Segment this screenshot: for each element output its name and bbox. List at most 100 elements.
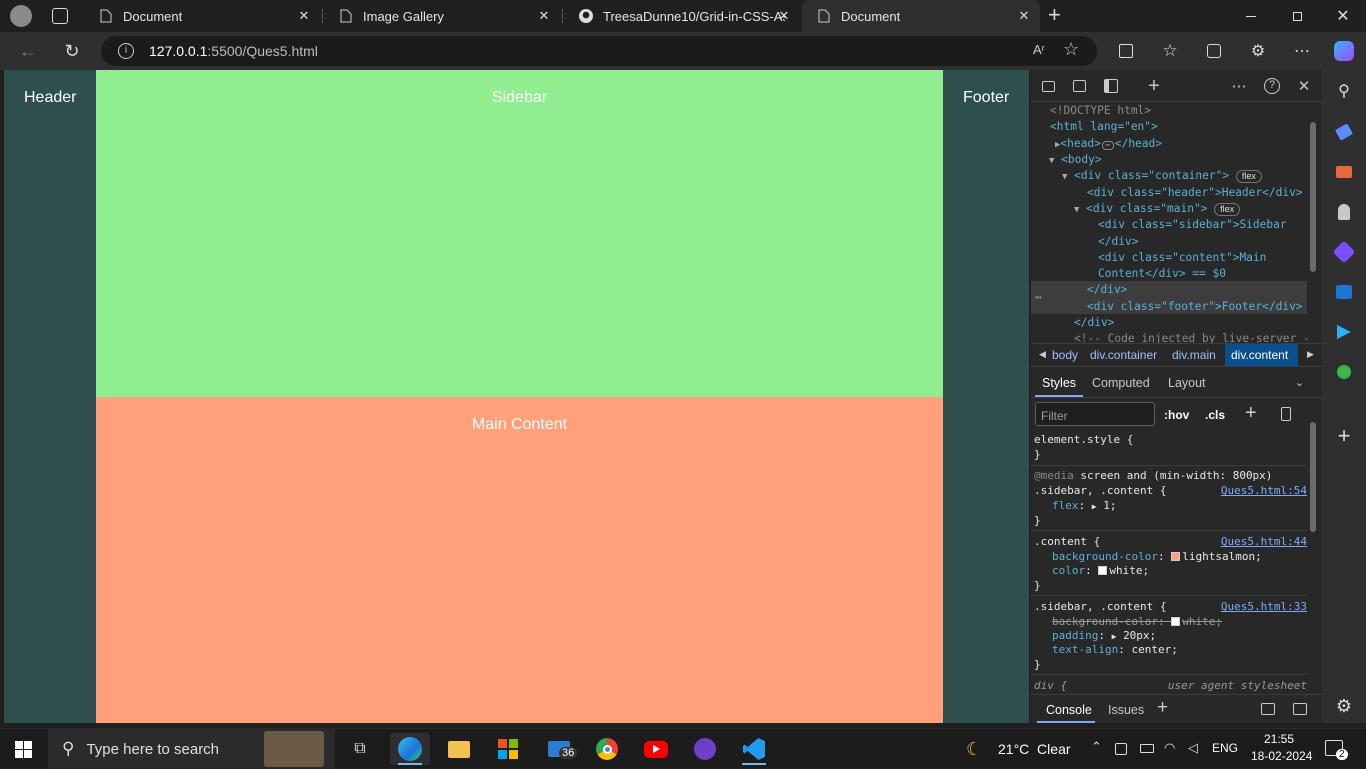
chevron-down-icon[interactable]: ⌄ [1295,376,1304,389]
close-icon[interactable]: ✕ [296,8,312,24]
send-icon[interactable] [1332,320,1356,344]
more-options-icon[interactable]: ⋯ [1229,76,1249,96]
flex-badge[interactable]: flex [1235,170,1262,183]
dom-line[interactable]: <div class="header">Header</div> [1087,185,1303,201]
rule-selector[interactable]: .content { [1034,535,1100,550]
tab-layout[interactable]: Layout [1168,376,1206,390]
dom-line[interactable]: </div> [1074,315,1114,331]
dom-line[interactable]: ▶<head> ⋯ </head> [1055,136,1162,153]
file-explorer-icon[interactable] [439,733,479,765]
inspect-element-icon[interactable] [1038,76,1058,96]
url-text[interactable]: 127.0.0.1:5500/Ques5.html [149,43,318,59]
tab-issues[interactable]: Issues [1108,703,1144,717]
taskbar-edge-icon[interactable] [390,733,430,765]
taskbar-search-box[interactable]: ⚲ Type here to search [48,729,335,769]
clock-date[interactable]: 18-02-2024 [1251,749,1312,763]
tools-icon[interactable] [1332,160,1356,184]
github-desktop-icon[interactable] [685,733,725,765]
copilot-icon[interactable] [1330,37,1358,65]
favorites-icon[interactable]: ☆ [1156,37,1184,65]
close-devtools-icon[interactable]: ✕ [1294,76,1314,96]
tree-icon[interactable] [1332,360,1356,384]
dom-line[interactable]: <div class="footer">Footer</div> [1087,299,1303,315]
css-declaration[interactable]: background-color: lightsalmon; [1052,550,1262,565]
help-icon[interactable]: ? [1262,76,1282,96]
close-icon[interactable]: ✕ [536,8,552,24]
split-screen-icon[interactable] [1112,37,1140,65]
breadcrumb-item[interactable]: div.container [1090,348,1157,362]
flex-badge[interactable]: flex [1214,203,1241,216]
dom-line[interactable]: ▼ <div class="main"> flex [1074,201,1241,218]
mail-icon[interactable]: 36 [539,733,579,765]
source-link[interactable]: Ques5.html:33 [1221,600,1307,615]
dom-line[interactable]: ▼ <body> [1049,152,1102,169]
rule-selector[interactable]: .sidebar, .content { [1034,600,1166,615]
rule-selector[interactable]: .sidebar, .content { [1034,484,1166,499]
volume-icon[interactable]: ◁ [1188,740,1198,756]
color-swatch[interactable] [1098,566,1108,575]
dom-line[interactable]: </div> [1087,282,1127,298]
more-menu-icon[interactable]: ⋯ [1288,37,1316,65]
settings-gear-icon[interactable]: ⚙ [1332,694,1356,718]
add-panel-icon[interactable]: + [1144,75,1164,97]
new-style-rule-icon[interactable]: + [1245,402,1257,425]
device-emulation-icon[interactable] [1069,76,1089,96]
styles-scrollbar[interactable] [1310,422,1316,532]
wifi-icon[interactable]: ◠ [1164,740,1175,756]
search-icon[interactable]: ⚲ [1332,79,1356,103]
dom-line-selected[interactable]: <div class="content">Main [1098,250,1266,266]
games-icon[interactable] [1332,200,1356,224]
color-swatch[interactable] [1171,617,1181,626]
dom-line-selected[interactable]: Content</div> == $0 [1098,266,1226,282]
breadcrumb-item[interactable]: body [1052,348,1078,362]
node-menu-icon[interactable]: ⋯ [1035,290,1042,306]
dom-line[interactable]: ▼ <div class="container"> flex [1062,168,1262,185]
breadcrumb-item-active[interactable]: div.content [1231,348,1288,362]
color-swatch[interactable] [1171,552,1181,561]
refresh-icon[interactable]: ↻ [58,37,86,65]
minimize-icon[interactable] [1228,0,1274,32]
source-link[interactable]: Ques5.html:44 [1221,535,1307,550]
address-bar[interactable]: i 127.0.0.1:5500/Ques5.html Aʳ ☆ [101,36,1097,66]
css-declaration[interactable]: text-align: center; [1052,643,1178,658]
input-language[interactable]: ENG [1212,741,1238,755]
dom-line[interactable]: <div class="sidebar">Sidebar [1098,217,1287,233]
tray-chevron-up-icon[interactable]: ⌃ [1091,739,1102,755]
microsoft-store-icon[interactable] [488,733,528,765]
tab-actions-icon[interactable] [52,8,68,24]
tab-image-gallery[interactable]: Image Gallery ✕ [324,0,560,32]
outlook-icon[interactable] [1332,280,1356,304]
undock-drawer-icon[interactable] [1261,703,1275,715]
dom-line[interactable]: </div> [1098,234,1138,250]
breadcrumb-item[interactable]: div.main [1172,348,1216,362]
crumb-right-icon[interactable]: ▶ [1307,349,1314,360]
paint-icon[interactable] [1281,407,1291,421]
profile-avatar[interactable] [10,5,32,27]
styles-filter-input[interactable]: Filter [1035,402,1155,426]
site-info-icon[interactable]: i [118,43,134,59]
tab-computed[interactable]: Computed [1092,376,1150,390]
dom-line[interactable]: <!DOCTYPE html> [1050,103,1151,119]
windows-start-icon[interactable] [15,741,32,758]
crumb-left-icon[interactable]: ◀ [1039,349,1046,360]
task-view-icon[interactable]: ⧉ [340,733,380,765]
tab-document-1[interactable]: Document ✕ [84,0,320,32]
css-declaration-overridden[interactable]: background-color: white; [1052,615,1222,630]
tab-document-active[interactable]: Document ✕ [802,0,1040,32]
tab-styles[interactable]: Styles [1042,376,1076,390]
tray-app-icon[interactable] [1115,743,1127,755]
ua-rule-selector[interactable]: div { [1034,679,1067,694]
add-sidebar-app-icon[interactable]: + [1332,423,1356,448]
favorite-star-icon[interactable]: ☆ [1063,39,1079,60]
chrome-icon[interactable] [587,733,627,765]
youtube-icon[interactable] [636,733,676,765]
close-icon[interactable]: ✕ [1016,8,1032,24]
vscode-icon[interactable] [734,733,774,765]
hov-toggle[interactable]: :hov [1164,408,1189,422]
battery-icon[interactable] [1140,744,1154,753]
add-drawer-tab-icon[interactable]: + [1157,697,1168,719]
back-icon[interactable]: ← [14,37,42,65]
read-aloud-icon[interactable]: Aʳ [1033,42,1045,57]
close-window-icon[interactable]: ✕ [1320,0,1366,32]
element-style-rule[interactable]: element.style { [1034,433,1133,448]
